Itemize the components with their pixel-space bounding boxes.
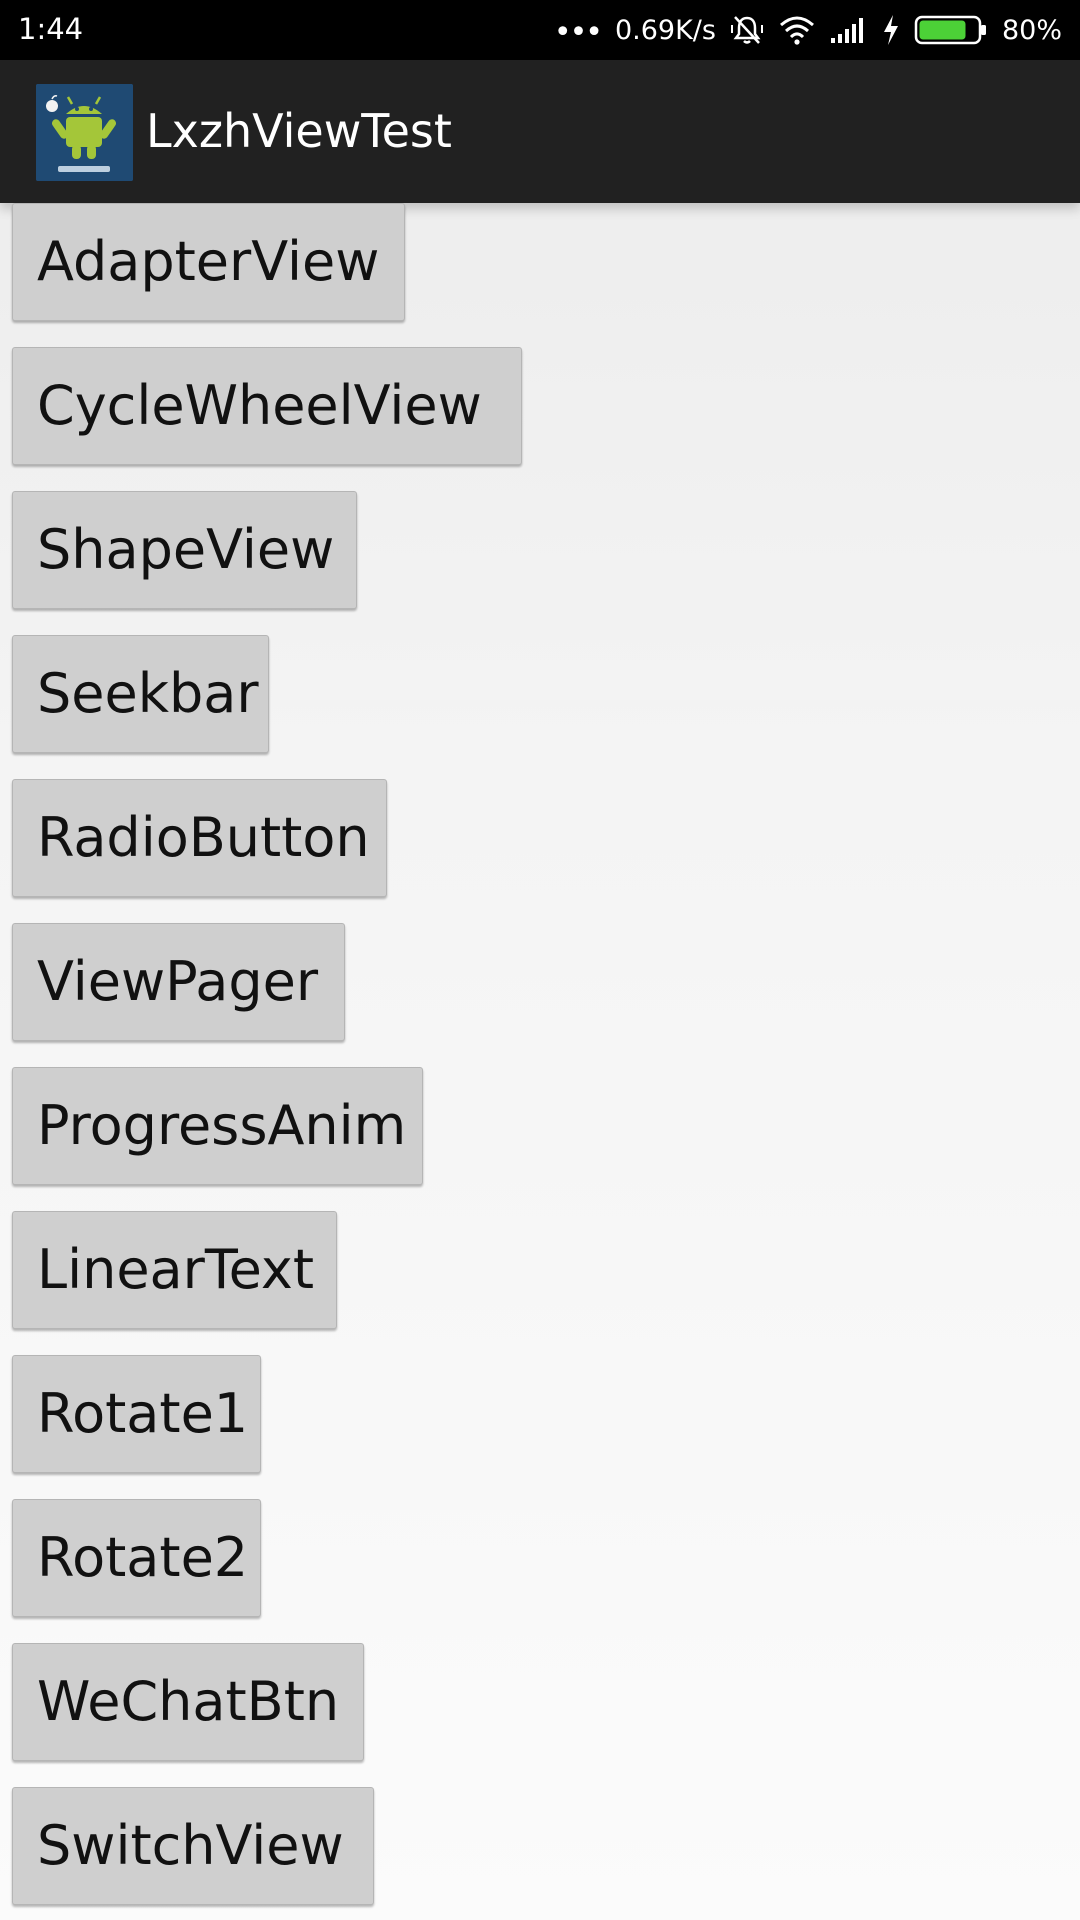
status-bar: 1:44 ••• 0.69K/s 80% [0,0,1080,60]
signal-icon [830,16,868,44]
battery-icon [914,14,988,46]
android-launcher-icon[interactable] [36,84,133,181]
switchview-button[interactable]: SwitchView [12,1787,374,1905]
notification-dots: ••• [553,15,603,50]
status-time: 1:44 [18,12,84,46]
progressanim-button[interactable]: ProgressAnim [12,1067,423,1185]
battery-fill [919,20,966,40]
cyclewheelview-button[interactable]: CycleWheelView [12,347,522,465]
charging-bolt-icon [882,14,900,46]
shapeview-button[interactable]: ShapeView [12,491,357,609]
wechatbtn-button[interactable]: WeChatBtn [12,1643,364,1761]
app-title: LxzhViewTest [146,104,452,158]
rotate1-button[interactable]: Rotate1 [12,1355,261,1473]
adapterview-button[interactable]: AdapterView [12,203,405,321]
battery-percent: 80% [1001,14,1062,46]
silent-vibrate-icon [730,13,764,47]
network-speed: 0.69K/s [614,14,716,46]
lineartext-button[interactable]: LinearText [12,1211,337,1329]
rotate2-button[interactable]: Rotate2 [12,1499,261,1617]
action-bar: LxzhViewTest [0,60,1080,203]
wifi-icon [778,15,816,45]
viewpager-button[interactable]: ViewPager [12,923,345,1041]
seekbar-button[interactable]: Seekbar [12,635,269,753]
radiobutton-button[interactable]: RadioButton [12,779,387,897]
status-icons: ••• 0.69K/s 80% [554,0,1062,60]
